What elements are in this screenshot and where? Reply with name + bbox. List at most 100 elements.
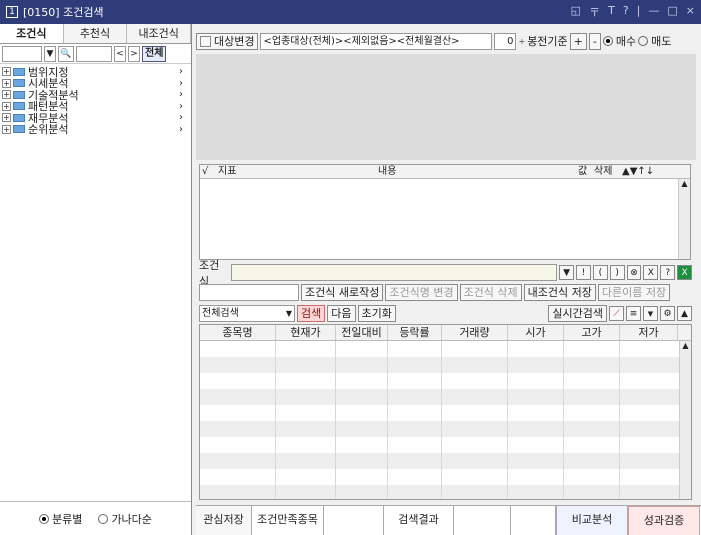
table-row[interactable] bbox=[200, 373, 691, 389]
rename-condition-button[interactable]: 조건식명 변경 bbox=[385, 284, 458, 301]
table-row[interactable] bbox=[200, 389, 691, 405]
help-icon[interactable]: ? bbox=[660, 265, 676, 280]
dropdown-icon[interactable]: ▼ bbox=[44, 45, 56, 62]
tab-favorite-save[interactable]: 관심저장 bbox=[196, 506, 252, 535]
app-icon: 1 bbox=[6, 6, 18, 18]
bong-input[interactable]: 0 bbox=[494, 32, 517, 50]
check-icon[interactable]: √ bbox=[200, 165, 216, 178]
condition-input[interactable] bbox=[231, 264, 558, 281]
next-button[interactable]: > bbox=[128, 45, 140, 62]
expand-icon[interactable]: + bbox=[2, 124, 11, 134]
target-display: <업종대상(전체)><제외없음><전체월결산> bbox=[260, 32, 493, 50]
save-as-button[interactable]: 다른이름 저장 bbox=[597, 284, 671, 301]
chart-icon[interactable]: ⟋ bbox=[609, 306, 624, 321]
table-row[interactable] bbox=[200, 469, 691, 485]
radio-label: 분류별 bbox=[52, 512, 83, 526]
search-text-field[interactable] bbox=[76, 45, 112, 62]
expand-icon[interactable]: + bbox=[2, 67, 11, 77]
collapse-icon[interactable]: ▲ bbox=[677, 306, 692, 321]
input-field[interactable] bbox=[511, 506, 556, 535]
radio-alphabetical[interactable]: 가나다순 bbox=[98, 511, 152, 527]
excel-icon[interactable]: X bbox=[677, 265, 692, 280]
expand-icon[interactable]: + bbox=[2, 90, 11, 100]
col-volume: 거래량 bbox=[442, 325, 508, 340]
radio-sell[interactable]: 매도 bbox=[638, 33, 671, 49]
search-icon[interactable]: 🔍 bbox=[58, 45, 74, 62]
compare-button[interactable]: 비교분석 bbox=[556, 506, 628, 535]
settings-icon[interactable]: ⚙ bbox=[660, 306, 675, 321]
radio-label: 매도 bbox=[651, 35, 672, 48]
font-icon[interactable]: T bbox=[608, 4, 615, 20]
table-row[interactable] bbox=[200, 453, 691, 469]
radio-buy[interactable]: 매수 bbox=[602, 33, 636, 49]
chevron-right-icon: › bbox=[179, 89, 183, 101]
search-input[interactable] bbox=[2, 45, 42, 62]
search-scope-select[interactable]: 전체검색 ▼ bbox=[199, 305, 295, 322]
radio-by-category[interactable]: 분류별 bbox=[39, 511, 82, 527]
menu-icon[interactable]: ≡ bbox=[626, 306, 641, 321]
chevron-right-icon: › bbox=[179, 123, 183, 135]
tab-search-result[interactable]: 검색결과 bbox=[384, 506, 454, 535]
left-search-bar: ▼ 🔍 < > 전체 bbox=[0, 44, 191, 64]
realtime-search-button[interactable]: 실시간검색 bbox=[548, 305, 607, 322]
input-field[interactable] bbox=[324, 506, 384, 535]
open-paren-icon[interactable]: ( bbox=[592, 265, 608, 280]
close-icon[interactable]: × bbox=[686, 4, 695, 20]
target-change-button[interactable]: 대상변경 bbox=[196, 32, 259, 50]
scroll-up-icon[interactable]: ▲ bbox=[680, 341, 691, 353]
index-scrollbar[interactable]: ▲ bbox=[678, 179, 690, 259]
condition-name-input[interactable] bbox=[199, 284, 299, 301]
not-icon[interactable]: ! bbox=[576, 265, 591, 280]
expand-icon[interactable]: + bbox=[2, 78, 11, 88]
tree-item[interactable]: + 순위분석 › bbox=[2, 123, 191, 136]
minus-button[interactable]: - bbox=[588, 32, 601, 50]
col-price: 현재가 bbox=[276, 325, 336, 340]
sort-arrows-icon[interactable]: ▲▼↑↓ bbox=[620, 165, 670, 178]
table-row[interactable] bbox=[200, 485, 691, 499]
stepper-icon[interactable]: ÷ bbox=[518, 37, 525, 46]
clear-icon[interactable]: X bbox=[643, 265, 659, 280]
all-button[interactable]: 전체 bbox=[142, 45, 167, 62]
delete-condition-button[interactable]: 조건식 삭제 bbox=[459, 284, 522, 301]
col-index: 지표 bbox=[218, 166, 237, 177]
new-condition-button[interactable]: 조건식 새로작성 bbox=[301, 284, 384, 301]
tab-conditions[interactable]: 조건식 bbox=[0, 24, 64, 43]
result-scrollbar[interactable]: ▲ bbox=[679, 341, 691, 499]
condition-actions: 조건식 새로작성 조건식명 변경 조건식 삭제 내조건식 저장 다른이름 저장 bbox=[199, 284, 692, 301]
window-title: [0150] 조건검색 bbox=[23, 6, 104, 19]
input-field[interactable] bbox=[454, 506, 511, 535]
divider: | bbox=[636, 4, 641, 17]
tab-condition-stocks[interactable]: 조건만족종목 bbox=[252, 506, 324, 535]
tab-my-conditions[interactable]: 내조건식 bbox=[127, 24, 192, 43]
table-row[interactable] bbox=[200, 437, 691, 453]
tab-recommended[interactable]: 추천식 bbox=[63, 24, 128, 43]
plus-button[interactable]: + bbox=[569, 32, 587, 50]
button-label: 대상변경 bbox=[214, 34, 255, 48]
minimize-icon[interactable]: — bbox=[648, 4, 659, 20]
index-table: √ 지표 내용 값 삭제 ▲▼↑↓ ▲ bbox=[199, 164, 691, 260]
restore-icon[interactable]: ◱ bbox=[571, 4, 581, 20]
expand-icon[interactable]: + bbox=[2, 101, 11, 111]
exclude-icon[interactable]: ⊗ bbox=[626, 265, 642, 280]
next-button[interactable]: 다음 bbox=[327, 305, 356, 322]
scroll-up-icon[interactable]: ▲ bbox=[679, 179, 690, 191]
table-row[interactable] bbox=[200, 421, 691, 437]
pin-icon[interactable]: 〒 bbox=[589, 4, 600, 20]
prev-button[interactable]: < bbox=[114, 45, 126, 62]
chevron-down-icon[interactable]: ▼ bbox=[643, 306, 658, 321]
table-row[interactable] bbox=[200, 341, 691, 357]
maximize-icon[interactable]: □ bbox=[667, 4, 677, 20]
table-row[interactable] bbox=[200, 357, 691, 373]
verify-button[interactable]: 성과검증 bbox=[628, 506, 700, 535]
result-table-header: 종목명 현재가 전일대비 등락률 거래량 시가 고가 저가 bbox=[200, 325, 691, 341]
save-condition-button[interactable]: 내조건식 저장 bbox=[523, 284, 596, 301]
dropdown-icon[interactable]: ▼ bbox=[559, 265, 575, 280]
expand-icon[interactable]: + bbox=[2, 113, 11, 123]
reset-button[interactable]: 초기화 bbox=[357, 305, 396, 322]
close-paren-icon[interactable]: ) bbox=[609, 265, 625, 280]
condition-canvas bbox=[196, 54, 696, 160]
help-icon[interactable]: ? bbox=[623, 4, 629, 20]
folder-icon bbox=[13, 102, 25, 111]
search-button[interactable]: 검색 bbox=[297, 305, 326, 322]
table-row[interactable] bbox=[200, 405, 691, 421]
